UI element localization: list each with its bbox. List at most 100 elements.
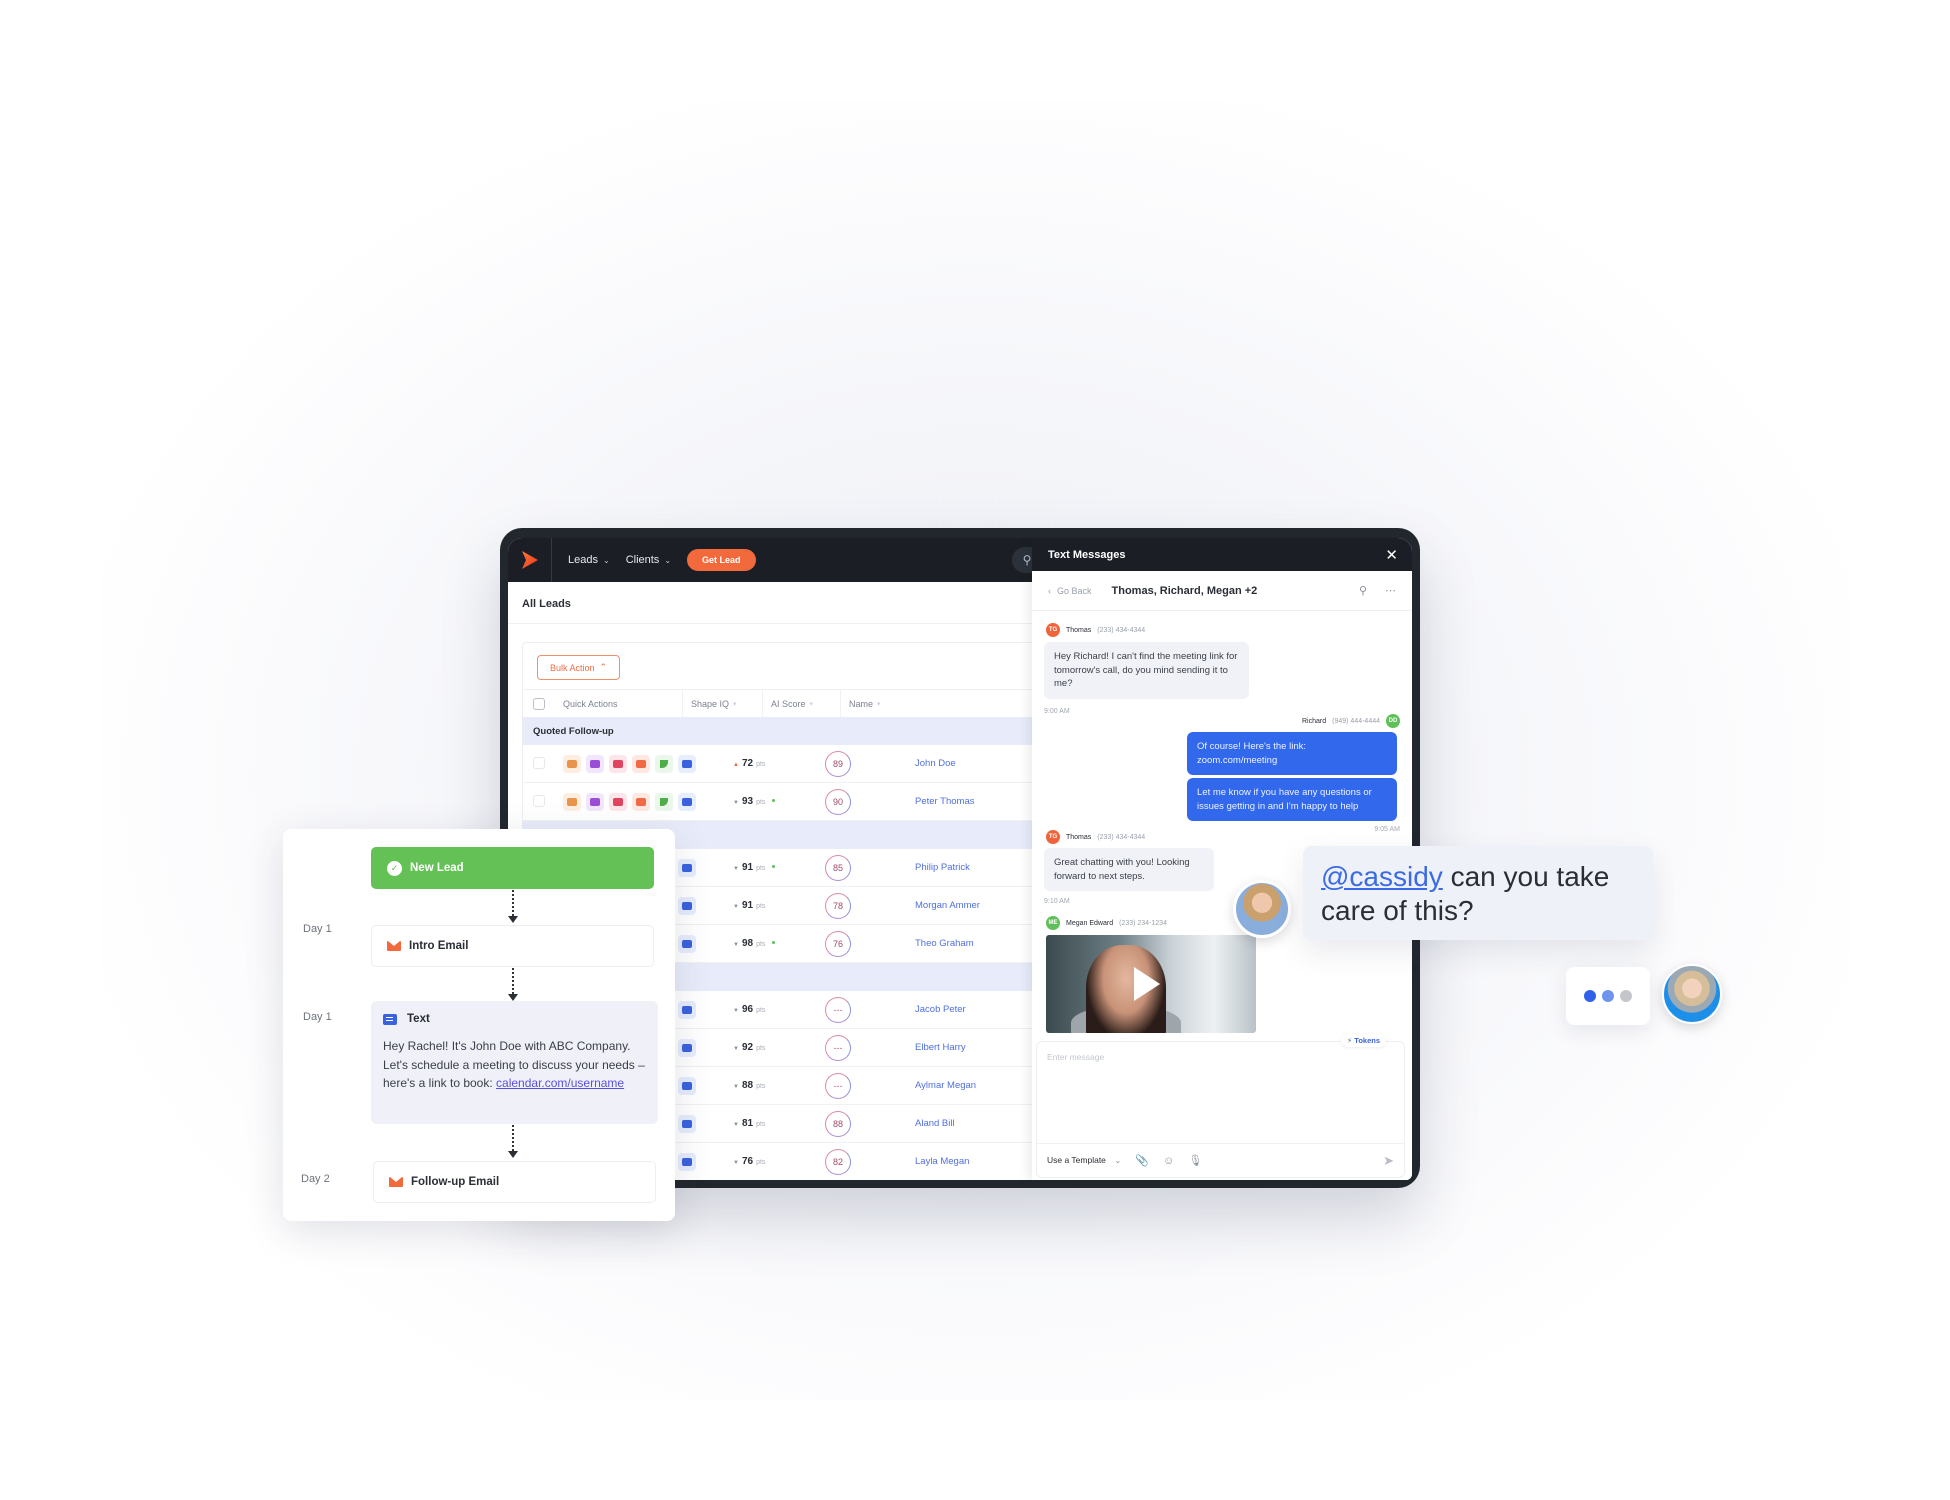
quick-actions: [555, 754, 715, 773]
row-checkbox[interactable]: [533, 756, 545, 769]
lead-name-link[interactable]: Elbert Harry: [915, 1042, 966, 1053]
video-attachment[interactable]: [1046, 935, 1256, 1033]
select-all-checkbox[interactable]: [533, 697, 545, 710]
paperclip-icon[interactable]: 📎: [1135, 1154, 1149, 1167]
sms-icon[interactable]: [678, 858, 696, 877]
typing-user-avatar: [1662, 964, 1722, 1024]
bulk-action-button[interactable]: Bulk Action ⌃: [537, 655, 621, 680]
get-lead-button[interactable]: Get Lead: [687, 549, 756, 571]
sms-icon[interactable]: [678, 792, 696, 811]
thread-title: Thomas, Richard, Megan +2: [1111, 584, 1258, 597]
sms-icon-glyph: [682, 759, 692, 768]
lead-name-link[interactable]: John Doe: [915, 758, 956, 769]
phone-icon[interactable]: [655, 792, 673, 811]
iq-unit: pts: [756, 941, 766, 948]
lead-name-link[interactable]: Jacob Peter: [915, 1004, 966, 1015]
workflow-step-new-lead[interactable]: ✓ New Lead: [371, 847, 654, 889]
step-label: Follow-up Email: [411, 1176, 500, 1188]
calendar-link[interactable]: calendar.com/username: [496, 1076, 624, 1090]
check-circle-icon: ✓: [387, 860, 402, 876]
iq-unit: pts: [756, 1121, 766, 1128]
iq-points: 91: [741, 900, 754, 911]
calendar-icon[interactable]: [609, 754, 627, 773]
ai-score-badge: 82: [825, 1148, 851, 1175]
search-icon[interactable]: ⚲: [1359, 584, 1367, 597]
chevron-down-icon: ⌄: [1114, 1155, 1122, 1165]
sms-icon[interactable]: [678, 1076, 696, 1095]
close-icon[interactable]: ✕: [1385, 546, 1398, 564]
ai-score-badge: 78: [825, 892, 851, 919]
step-label: New Lead: [410, 862, 464, 874]
phone-icon-glyph: [660, 759, 668, 768]
send-icon[interactable]: ➤: [1383, 1153, 1394, 1169]
lead-name-link[interactable]: Theo Graham: [915, 938, 974, 949]
note-icon[interactable]: [563, 754, 581, 773]
sms-icon[interactable]: [678, 1000, 696, 1019]
iq-unit: pts: [756, 799, 766, 806]
sender-name: Richard: [1302, 717, 1327, 725]
shape-iq-value: ▼ 76 pts: [733, 1156, 765, 1167]
workflow-step-text[interactable]: Text Hey Rachel! It's John Doe with ABC …: [371, 1001, 658, 1124]
thread-header: ‹ Go Back Thomas, Richard, Megan +2 ⚲ ⋯: [1032, 571, 1412, 611]
sms-icon[interactable]: [678, 1152, 696, 1171]
column-ai-score[interactable]: AI Score ▾: [763, 690, 841, 717]
shape-iq-value: ▼ 91 pts: [733, 900, 765, 911]
play-icon[interactable]: [1134, 967, 1160, 1001]
avatar: DD: [1386, 714, 1400, 728]
page-title: All Leads: [522, 598, 571, 610]
emoji-icon[interactable]: ☺: [1163, 1155, 1174, 1167]
column-name[interactable]: Name ▾: [841, 690, 881, 717]
table-row[interactable]: ▼ 93 pts 90 Peter Thomas: [523, 783, 1041, 821]
message-bubble-incoming: Great chatting with you! Looking forward…: [1044, 848, 1214, 891]
message-bubble-incoming: Hey Richard! I can't find the meeting li…: [1044, 642, 1249, 699]
email-icon[interactable]: [632, 754, 650, 773]
calendar-icon[interactable]: [609, 792, 627, 811]
message-input[interactable]: Enter message: [1047, 1052, 1104, 1062]
use-template-dropdown[interactable]: Use a Template ⌄: [1047, 1155, 1121, 1166]
sms-icon[interactable]: [678, 1114, 696, 1133]
checklist-icon[interactable]: [586, 754, 604, 773]
play-logo-icon: [521, 551, 538, 569]
row-checkbox[interactable]: [533, 794, 545, 807]
go-back-button[interactable]: ‹ Go Back: [1048, 586, 1092, 596]
nav-clients[interactable]: Clients ⌄: [626, 554, 671, 566]
tokens-button[interactable]: ⚡ Tokens: [1340, 1034, 1386, 1047]
arrow-down-icon: [508, 1151, 518, 1158]
table-row[interactable]: ▲ 72 pts 89 John Doe: [523, 745, 1041, 783]
phone-icon-glyph: [660, 797, 668, 806]
step-message-body: Hey Rachel! It's John Doe with ABC Compa…: [383, 1037, 646, 1093]
lead-name-link[interactable]: Philip Patrick: [915, 862, 970, 873]
iq-unit: pts: [756, 1007, 766, 1014]
avatar: TG: [1046, 623, 1060, 637]
lead-name-link[interactable]: Morgan Ammer: [915, 900, 980, 911]
email-icon[interactable]: [632, 792, 650, 811]
checklist-icon[interactable]: [586, 792, 604, 811]
note-icon[interactable]: [563, 792, 581, 811]
nav-leads[interactable]: Leads ⌄: [568, 554, 610, 566]
column-shape-iq[interactable]: Shape IQ ▾: [683, 690, 763, 717]
message-sender: ME Megan Edward (233) 234-1234: [1046, 916, 1167, 930]
more-options-icon[interactable]: ⋯: [1385, 584, 1396, 597]
sms-icon[interactable]: [678, 754, 696, 773]
sms-icon[interactable]: [678, 1038, 696, 1057]
mention-handle[interactable]: @cassidy: [1321, 861, 1443, 892]
lead-name-link[interactable]: Layla Megan: [915, 1156, 969, 1167]
brand-logo[interactable]: [508, 538, 552, 582]
sms-icon[interactable]: [678, 934, 696, 953]
column-name-label: Name: [849, 698, 874, 709]
microphone-icon[interactable]: 🎙: [1188, 1154, 1202, 1167]
workflow-step-intro-email[interactable]: Intro Email: [371, 925, 654, 967]
calendar-icon-glyph: [613, 797, 623, 806]
iq-points: 96: [741, 1004, 754, 1015]
connector-line: [512, 890, 514, 916]
calendar-icon-glyph: [613, 759, 623, 768]
workflow-step-follow-up-email[interactable]: Follow-up Email: [373, 1161, 656, 1203]
group-header-row[interactable]: Quoted Follow-up: [523, 717, 1041, 745]
lead-name-link[interactable]: Peter Thomas: [915, 796, 975, 807]
lead-name-link[interactable]: Aland Bill: [915, 1118, 955, 1129]
sms-icon[interactable]: [678, 896, 696, 915]
ai-score-badge: ---: [825, 1072, 851, 1099]
lead-name-link[interactable]: Aylmar Megan: [915, 1080, 976, 1091]
phone-icon[interactable]: [655, 754, 673, 773]
connector-line: [512, 1125, 514, 1151]
